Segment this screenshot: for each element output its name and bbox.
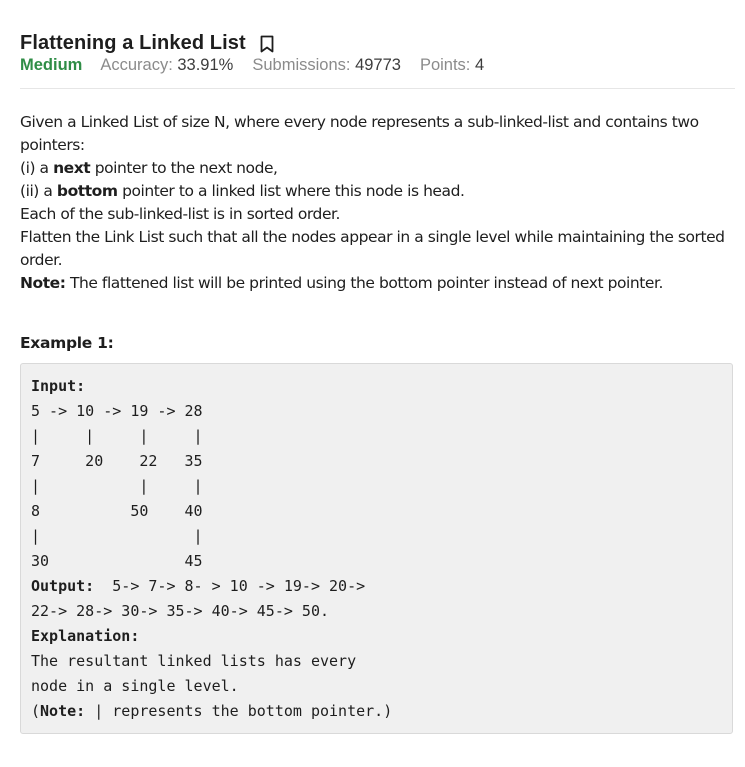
diagram-line: | | — [31, 527, 203, 545]
submissions-value: 49773 — [355, 56, 401, 74]
note-text: The flattened list will be printed using… — [65, 274, 663, 292]
points-value: 4 — [475, 56, 485, 74]
diagram-line: | | | | — [31, 427, 203, 445]
title-row: Flattening a Linked List — [20, 30, 735, 56]
diagram-line: 5 -> 10 -> 19 -> 28 — [31, 402, 203, 420]
diagram-line: 8 50 40 — [31, 502, 203, 520]
example-note-text: | represents the bottom pointer.) — [85, 702, 393, 720]
diagram-line: 30 45 — [31, 552, 203, 570]
accuracy-stat: Accuracy: 33.91% — [100, 56, 233, 75]
example-heading: Example 1: — [20, 334, 114, 352]
example-note-label: Note: — [40, 702, 86, 720]
note-paren: ( — [31, 702, 41, 720]
statement-keyword: next — [53, 159, 91, 177]
output-text: 5-> 7-> 8- > 10 -> 19-> 20-> — [94, 577, 366, 595]
output-line-1: Output: 5-> 7-> 8- > 10 -> 19-> 20-> — [31, 574, 722, 599]
statement-line-2: (i) a next pointer to the next node, — [20, 157, 735, 180]
example-box: Input: 5 -> 10 -> 19 -> 28 | | | | 7 20 22 … — [20, 363, 733, 734]
statement-text: pointer to a linked list where this node… — [117, 182, 465, 200]
diagram-line: | | | — [31, 477, 203, 495]
header-divider — [20, 88, 735, 89]
input-label: Input: — [31, 377, 86, 395]
problem-meta: Medium Accuracy: 33.91% Submissions: 497… — [20, 56, 735, 80]
explanation-label: Explanation: — [31, 627, 140, 645]
accuracy-label: Accuracy: — [100, 56, 173, 74]
explanation-line-2: node in a single level. — [31, 677, 239, 695]
difficulty-badge: Medium — [20, 56, 83, 74]
statement-line-4: Each of the sub-linked-list is in sorted… — [20, 205, 341, 223]
explanation-label-line: Explanation: — [31, 624, 722, 649]
points-label: Points: — [419, 56, 471, 74]
example-note-line: (Note: | represents the bottom pointer.) — [31, 699, 722, 724]
statement-line-1: Given a Linked List of size N, where eve… — [20, 113, 699, 154]
accuracy-value: 33.91% — [177, 56, 234, 74]
diagram-line: 7 20 22 35 — [31, 452, 203, 470]
problem-statement: Given a Linked List of size N, where eve… — [20, 111, 735, 295]
submissions-label: Submissions: — [252, 56, 351, 74]
statement-keyword: bottom — [56, 182, 118, 200]
statement-text: pointer to the next node, — [90, 159, 278, 177]
statement-note: Note: The flattened list will be printed… — [20, 272, 735, 295]
bookmark-icon[interactable] — [260, 35, 274, 53]
submissions-stat: Submissions: 49773 — [252, 56, 401, 75]
statement-line-5: Flatten the Link List such that all the … — [20, 228, 725, 269]
explanation-line-1: The resultant linked lists has every — [31, 652, 357, 670]
output-label: Output: — [31, 577, 95, 595]
output-line-2: 22-> 28-> 30-> 35-> 40-> 45-> 50. — [31, 602, 330, 620]
problem-title: Flattening a Linked List — [20, 31, 246, 54]
points-stat: Points: 4 — [420, 56, 484, 75]
statement-text: (ii) a — [20, 182, 57, 200]
statement-text: (i) a — [20, 159, 54, 177]
note-label: Note: — [20, 274, 66, 292]
input-label-line: Input: — [31, 374, 722, 399]
statement-line-3: (ii) a bottom pointer to a linked list w… — [20, 180, 735, 203]
problem-page: Flattening a Linked List Medium Accuracy… — [20, 30, 735, 734]
